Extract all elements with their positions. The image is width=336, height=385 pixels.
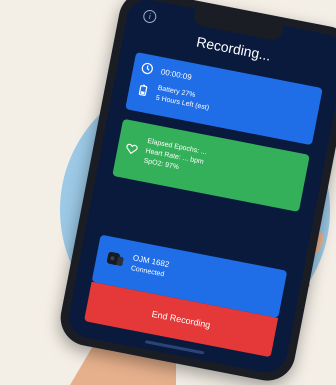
recording-timer: 00:00:09 (160, 67, 193, 82)
wearable-device-icon (106, 251, 124, 266)
battery-icon (138, 84, 148, 96)
battery-time-left: 5 Hours Left (est) (155, 94, 210, 112)
heart-icon (126, 143, 138, 155)
clock-icon (141, 62, 153, 75)
info-icon[interactable]: i (142, 8, 158, 25)
